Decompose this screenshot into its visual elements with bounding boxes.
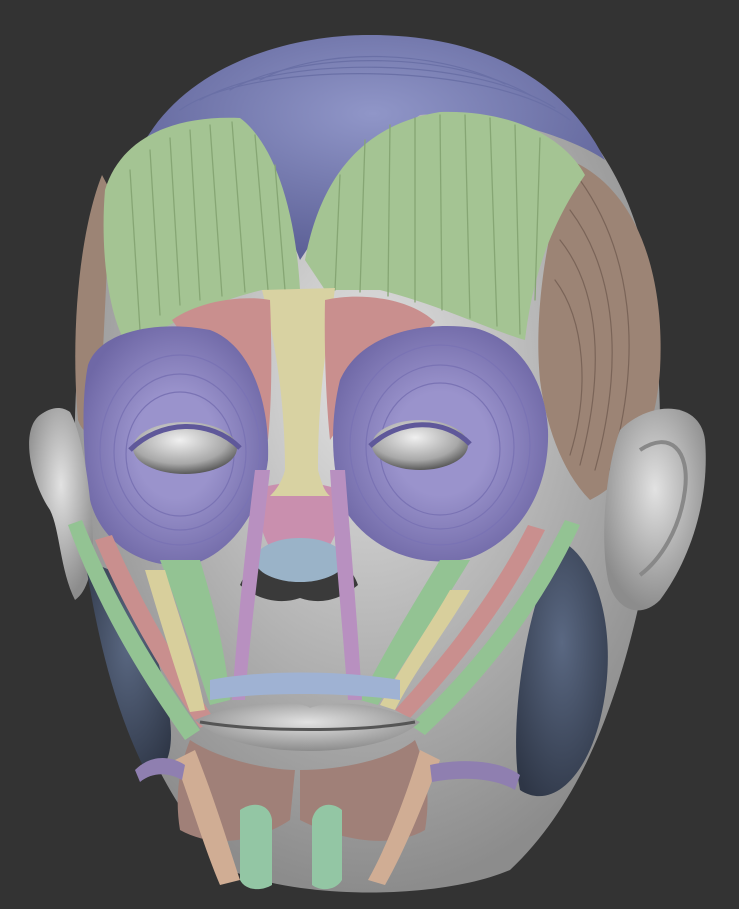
ear-right (604, 408, 706, 611)
mentalis-left (240, 804, 272, 890)
head-model (29, 35, 706, 893)
eye-right (372, 420, 468, 470)
eye-left (133, 422, 237, 474)
sculpt-viewport[interactable] (0, 0, 739, 909)
nose-tip (255, 538, 345, 582)
mentalis-right (312, 804, 342, 890)
